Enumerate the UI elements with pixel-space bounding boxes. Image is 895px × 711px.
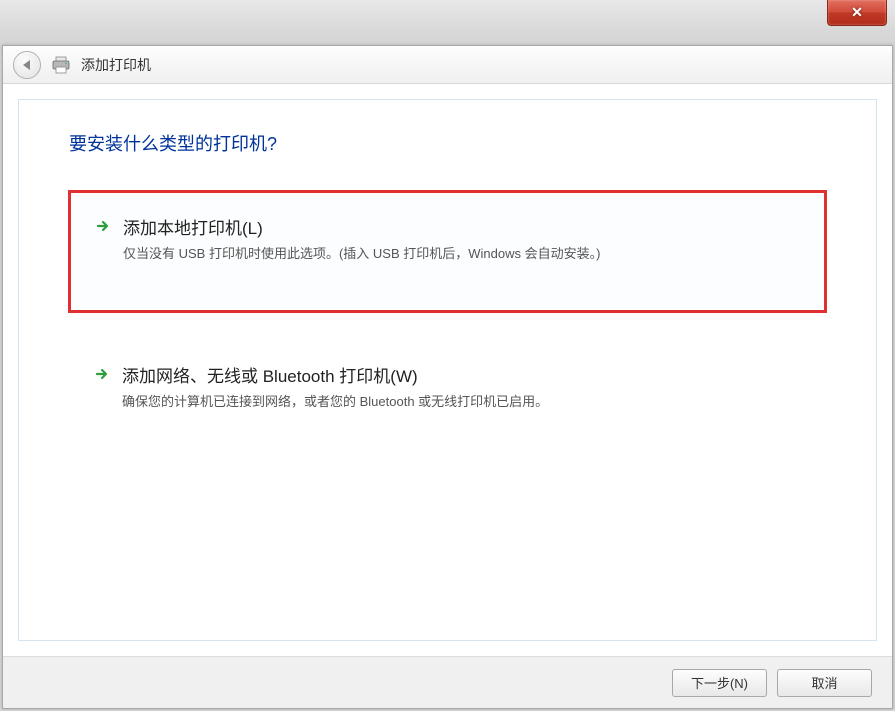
printer-icon — [51, 56, 71, 74]
option-text: 添加网络、无线或 Bluetooth 打印机(W) 确保您的计算机已连接到网络，… — [122, 362, 801, 411]
option-text: 添加本地打印机(L) 仅当没有 USB 打印机时使用此选项。(插入 USB 打印… — [123, 214, 800, 263]
title-bar — [0, 0, 895, 28]
option-description: 仅当没有 USB 打印机时使用此选项。(插入 USB 打印机后，Windows … — [123, 245, 800, 263]
button-bar: 下一步(N) 取消 — [3, 656, 892, 708]
back-button[interactable] — [13, 51, 41, 79]
page-heading: 要安装什么类型的打印机? — [69, 130, 826, 156]
next-button[interactable]: 下一步(N) — [672, 669, 767, 697]
close-icon: ✕ — [851, 4, 863, 21]
content-area: 要安装什么类型的打印机? 添加本地打印机(L) 仅当没有 USB 打印机时使用此… — [18, 99, 877, 641]
option-title: 添加本地打印机(L) — [123, 214, 800, 239]
header-title: 添加打印机 — [81, 55, 151, 75]
header-bar: 添加打印机 — [3, 46, 892, 84]
arrow-right-icon — [95, 218, 111, 234]
arrow-right-icon — [94, 366, 110, 382]
option-description: 确保您的计算机已连接到网络，或者您的 Bluetooth 或无线打印机已启用。 — [122, 393, 801, 411]
cancel-button[interactable]: 取消 — [777, 669, 872, 697]
option-add-network-printer[interactable]: 添加网络、无线或 Bluetooth 打印机(W) 确保您的计算机已连接到网络，… — [69, 362, 826, 431]
option-title: 添加网络、无线或 Bluetooth 打印机(W) — [122, 362, 801, 387]
wizard-window: 添加打印机 要安装什么类型的打印机? 添加本地打印机(L) 仅当没有 USB 打… — [2, 45, 893, 709]
back-arrow-icon — [23, 60, 30, 70]
close-button[interactable]: ✕ — [827, 0, 887, 26]
option-add-local-printer[interactable]: 添加本地打印机(L) 仅当没有 USB 打印机时使用此选项。(插入 USB 打印… — [69, 191, 826, 312]
